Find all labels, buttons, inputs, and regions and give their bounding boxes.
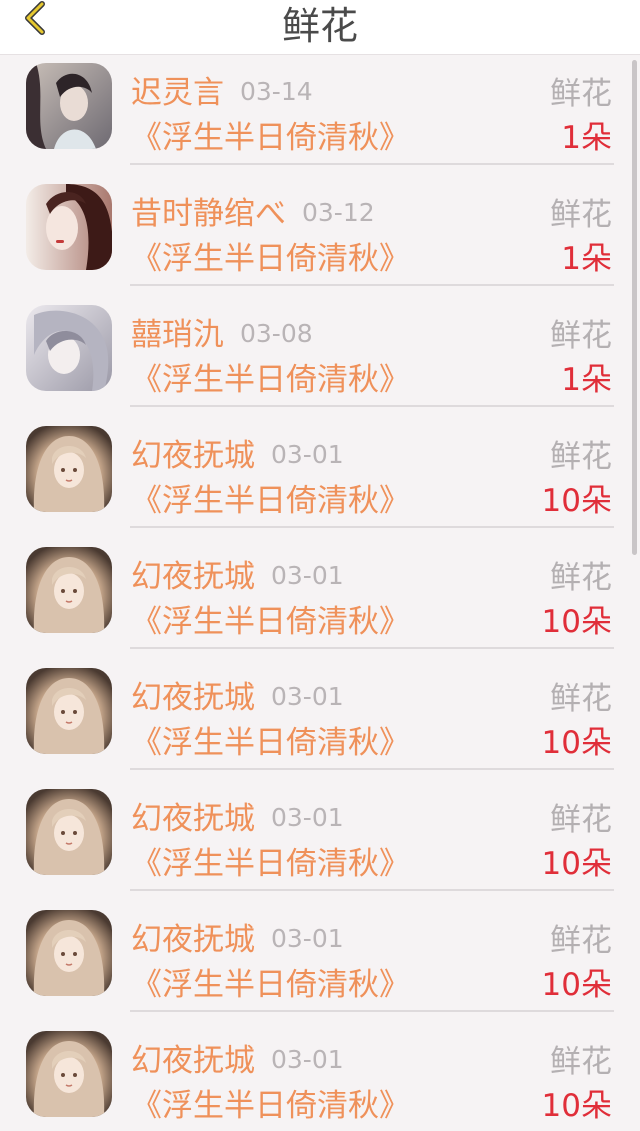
header-bar: 鲜花: [0, 0, 640, 55]
user-name: 幻夜抚城: [131, 801, 255, 837]
avatar[interactable]: [26, 305, 112, 391]
avatar[interactable]: [26, 910, 112, 996]
record-date: 03-01: [271, 924, 344, 953]
avatar[interactable]: [26, 184, 112, 270]
avatar-image: [26, 184, 112, 270]
divider: [130, 405, 614, 407]
avatar-image: [26, 547, 112, 633]
flower-count: 10朵: [541, 967, 612, 1003]
avatar-image: [26, 668, 112, 754]
book-title[interactable]: 《浮生半日倚清秋》: [131, 360, 410, 400]
gift-type: 鲜花: [550, 923, 612, 959]
book-title[interactable]: 《浮生半日倚清秋》: [131, 965, 410, 1005]
record-date: 03-01: [271, 1045, 344, 1074]
book-title[interactable]: 《浮生半日倚清秋》: [131, 602, 410, 642]
gift-type: 鲜花: [550, 1044, 612, 1080]
gift-type: 鲜花: [550, 76, 612, 112]
flower-count: 10朵: [541, 604, 612, 640]
avatar-image: [26, 426, 112, 512]
list-item[interactable]: 幻夜抚城 03-01 鲜花 《浮生半日倚清秋》 10朵: [0, 539, 640, 660]
divider: [130, 647, 614, 649]
avatar-image: [26, 63, 112, 149]
book-title[interactable]: 《浮生半日倚清秋》: [131, 844, 410, 884]
avatar-image: [26, 305, 112, 391]
flower-records-screen: 鲜花 迟灵言 03-14 鲜花 《浮生半日倚清秋》 1朵 昔时静绾べ 03-12 鲜…: [0, 0, 640, 1131]
book-title[interactable]: 《浮生半日倚清秋》: [131, 481, 410, 521]
book-title[interactable]: 《浮生半日倚清秋》: [131, 239, 410, 279]
gift-type: 鲜花: [550, 439, 612, 475]
book-title[interactable]: 《浮生半日倚清秋》: [131, 723, 410, 763]
avatar[interactable]: [26, 1031, 112, 1117]
list-item[interactable]: 囍琑氿 03-08 鲜花 《浮生半日倚清秋》 1朵: [0, 297, 640, 418]
flower-count: 1朵: [561, 241, 612, 277]
record-date: 03-01: [271, 803, 344, 832]
avatar[interactable]: [26, 789, 112, 875]
divider: [130, 284, 614, 286]
list-item[interactable]: 幻夜抚城 03-01 鲜花 《浮生半日倚清秋》 10朵: [0, 781, 640, 902]
avatar-image: [26, 910, 112, 996]
user-name: 幻夜抚城: [131, 922, 255, 958]
user-name: 幻夜抚城: [131, 438, 255, 474]
flower-count: 10朵: [541, 846, 612, 882]
flower-count: 10朵: [541, 725, 612, 761]
divider: [130, 163, 614, 165]
user-name: 幻夜抚城: [131, 680, 255, 716]
flower-count: 10朵: [541, 1088, 612, 1124]
record-date: 03-08: [240, 319, 313, 348]
divider: [130, 768, 614, 770]
flower-list: 迟灵言 03-14 鲜花 《浮生半日倚清秋》 1朵 昔时静绾べ 03-12 鲜花 《…: [0, 55, 640, 1131]
record-date: 03-14: [240, 77, 313, 106]
user-name: 迟灵言: [131, 75, 224, 111]
list-item[interactable]: 昔时静绾べ 03-12 鲜花 《浮生半日倚清秋》 1朵: [0, 176, 640, 297]
divider: [130, 526, 614, 528]
avatar[interactable]: [26, 668, 112, 754]
user-name: 昔时静绾べ: [131, 196, 286, 232]
gift-type: 鲜花: [550, 318, 612, 354]
flower-count: 1朵: [561, 362, 612, 398]
user-name: 囍琑氿: [131, 317, 224, 353]
gift-type: 鲜花: [550, 560, 612, 596]
record-date: 03-01: [271, 561, 344, 590]
user-name: 幻夜抚城: [131, 559, 255, 595]
divider: [130, 1010, 614, 1012]
list-item[interactable]: 幻夜抚城 03-01 鲜花 《浮生半日倚清秋》 10朵: [0, 1023, 640, 1131]
user-name: 幻夜抚城: [131, 1043, 255, 1079]
avatar[interactable]: [26, 426, 112, 512]
gift-type: 鲜花: [550, 197, 612, 233]
list-item[interactable]: 幻夜抚城 03-01 鲜花 《浮生半日倚清秋》 10朵: [0, 902, 640, 1023]
list-item[interactable]: 幻夜抚城 03-01 鲜花 《浮生半日倚清秋》 10朵: [0, 418, 640, 539]
avatar[interactable]: [26, 547, 112, 633]
avatar[interactable]: [26, 63, 112, 149]
list-item[interactable]: 幻夜抚城 03-01 鲜花 《浮生半日倚清秋》 10朵: [0, 660, 640, 781]
scrollbar[interactable]: [632, 60, 637, 555]
list-item[interactable]: 迟灵言 03-14 鲜花 《浮生半日倚清秋》 1朵: [0, 55, 640, 176]
gift-type: 鲜花: [550, 802, 612, 838]
page-title: 鲜花: [281, 4, 358, 48]
record-date: 03-01: [271, 682, 344, 711]
avatar-image: [26, 1031, 112, 1117]
flower-count: 10朵: [541, 483, 612, 519]
divider: [130, 889, 614, 891]
record-date: 03-12: [302, 198, 375, 227]
avatar-image: [26, 789, 112, 875]
gift-type: 鲜花: [550, 681, 612, 717]
flower-count: 1朵: [561, 120, 612, 156]
book-title[interactable]: 《浮生半日倚清秋》: [131, 118, 410, 158]
record-date: 03-01: [271, 440, 344, 469]
book-title[interactable]: 《浮生半日倚清秋》: [131, 1086, 410, 1126]
